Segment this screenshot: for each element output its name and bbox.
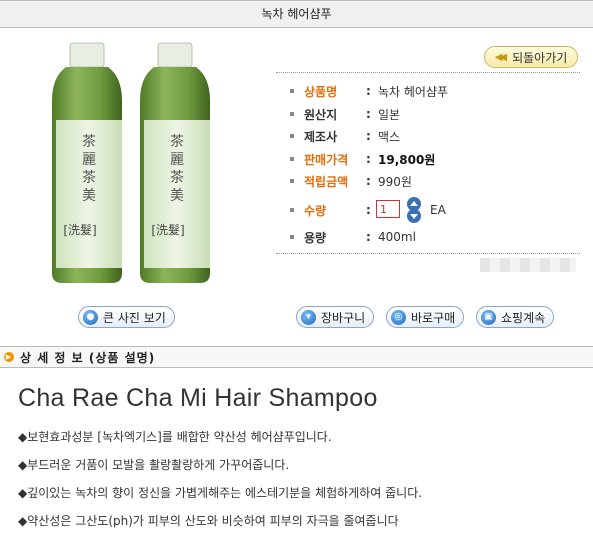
continue-shopping-label: 쇼핑계속 [501,310,546,325]
info-row-quantity: 수량 : EA [276,197,576,223]
magnifier-icon: ● [83,309,98,325]
svg-text:茶: 茶 [170,134,184,150]
detail-heading: Cha Rae Cha Mi Hair Shampoo [18,384,378,412]
back-button[interactable]: ◀◀ 되돌아가기 [484,46,578,68]
quantity-label: 수량 [304,203,327,218]
svg-text:美: 美 [170,188,184,204]
quantity-stepper[interactable] [405,197,423,223]
bullet-icon [290,235,294,239]
target-icon: ◎ [391,309,406,325]
svg-text:[洗髮]: [洗髮] [151,223,184,237]
svg-text:茶: 茶 [82,170,96,186]
detail-line: ◆약산성은 그산도(ph)가 피부의 산도와 비슷하여 피부의 자극을 줄여줍니… [18,514,399,528]
svg-text:[洗髮]: [洗髮] [63,223,96,237]
svg-text:美: 美 [82,188,96,204]
detail-line: ◆부드러운 거품이 모발을 촬랑촬랑하게 가꾸어줍니다. [18,458,290,472]
detail-line: ◆보현효과성분 [녹차엑기스]를 배합한 약산성 헤어샴푸입니다. [18,430,332,444]
cart-label: 장바구니 [321,310,366,325]
points-label: 적립금액 [304,174,349,189]
svg-text:麗: 麗 [170,152,184,168]
price-value: 19,800원 [378,152,436,167]
detail-line: ◆깊이있는 녹차의 향이 정신을 가볍게해주는 에스테기분을 체험하게하여 줍니… [18,486,423,500]
cart-button[interactable]: ▾ 장바구니 [296,306,375,328]
big-photo-label: 큰 사진 보기 [103,310,166,325]
svg-text:茶: 茶 [82,134,96,150]
bottle-left: 茶 麗 茶 美 [洗髮] [52,42,122,283]
bullet-icon [290,134,294,138]
svg-text:麗: 麗 [82,152,96,168]
bullet-icon [290,89,294,93]
volume-label: 용량 [304,230,327,245]
back-button-label: 되돌아가기 [512,50,568,65]
page-title: 녹차 헤어샴푸 [0,0,593,28]
maker-label: 제조사 [304,129,338,144]
points-value: 990원 [378,174,412,189]
origin-value: 일본 [378,107,401,122]
volume-value: 400ml [378,230,416,244]
blurred-text [480,258,576,272]
quantity-input[interactable] [376,200,400,218]
product-image[interactable]: 茶 麗 茶 美 [洗髮] 茶 麗 茶 美 [洗髮] [40,40,250,290]
buy-now-button[interactable]: ◎ 바로구매 [386,306,465,328]
svg-text:茶: 茶 [170,170,184,186]
name-label: 상품명 [304,84,338,99]
detail-section-title: 상 세 정 보 (상품 설명) [20,350,156,365]
continue-shopping-button[interactable]: ▣ 쇼핑계속 [476,306,555,328]
buy-now-label: 바로구매 [411,310,456,325]
shop-icon: ▣ [481,309,496,325]
bullet-icon [290,157,294,161]
name-value: 녹차 헤어샴푸 [378,84,449,99]
maker-value: 맥스 [378,129,401,144]
big-photo-button[interactable]: ● 큰 사진 보기 [78,306,175,328]
origin-label: 원산지 [304,107,338,122]
cart-icon: ▾ [301,309,316,325]
product-info-table: 상품명 : 녹차 헤어샴푸 원산지 : 일본 제조사 : 맥스 판매가격 : 1… [276,72,580,254]
bullet-icon [290,179,294,183]
chevron-right-circle-icon: ▶ [4,352,14,362]
bullet-icon [290,112,294,116]
bullet-icon [290,208,294,212]
price-label: 판매가격 [304,152,349,167]
quantity-unit: EA [430,203,446,217]
double-chevron-left-icon: ◀◀ [494,51,508,63]
detail-section-header: ▶ 상 세 정 보 (상품 설명) [0,346,593,368]
bottle-right: 茶 麗 茶 美 [洗髮] [140,42,210,283]
